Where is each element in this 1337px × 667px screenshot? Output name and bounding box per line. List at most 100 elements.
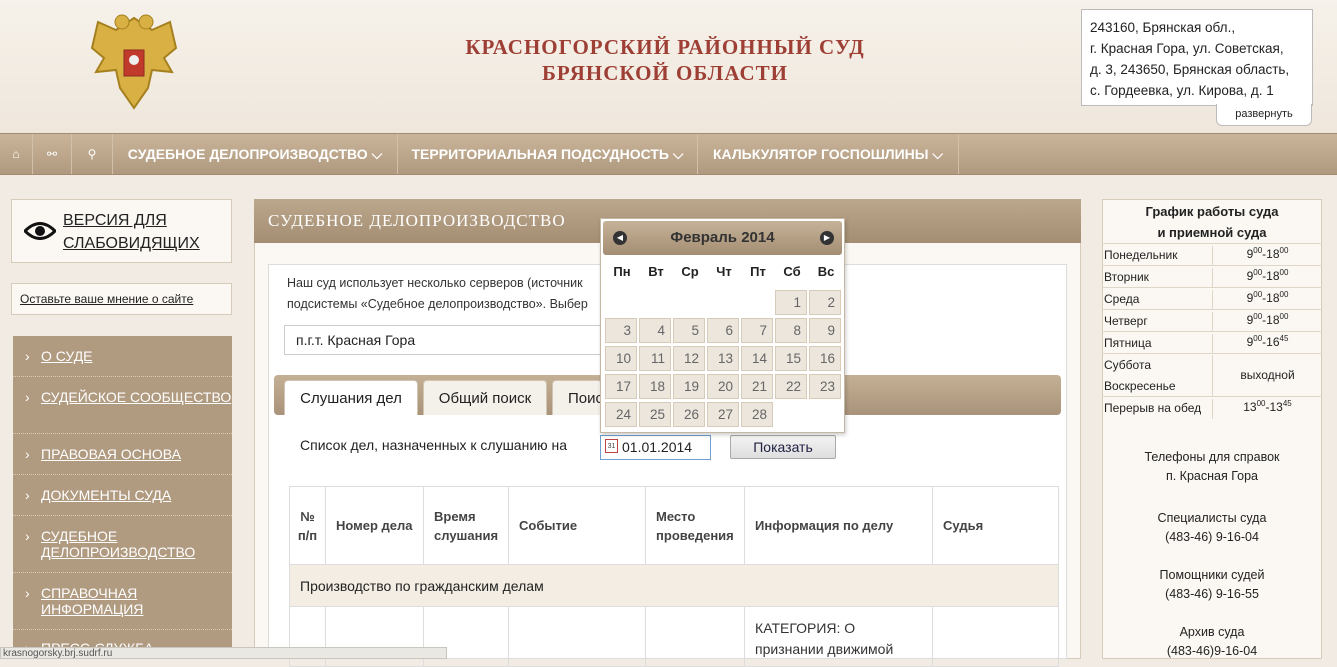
main-nav: ⌂ ⚯ ⚲ СУДЕБНОЕ ДЕЛОПРОИЗВОДСТВО ⌵ ТЕРРИТ… [0,133,1337,175]
tab-search[interactable]: Поис [552,380,603,415]
date-picker-popup: ◀ Февраль 2014 ▶ Пн Вт Ср Чт Пт Сб Вс 1 … [600,218,845,433]
calendar-day[interactable]: 12 [673,346,705,371]
table-cell [508,606,647,667]
expand-address-button[interactable]: развернуть [1216,104,1312,126]
phone-number: (483-46) 9-16-04 [1165,530,1259,544]
column-header: Событие [508,486,647,565]
schedule-row: Вторник 900-1800 [1102,265,1322,288]
schedule-row-weekend: Суббота Воскресенье выходной [1102,353,1322,396]
calendar-day[interactable]: 22 [775,374,807,399]
calendar-day[interactable]: 18 [639,374,671,399]
hours-to: 16 [1266,335,1280,349]
weekday-label: Чт [716,264,732,279]
feedback-link[interactable]: Оставьте ваше мнение о сайте [11,283,232,315]
next-month-icon[interactable]: ▶ [820,231,834,245]
calendar-day[interactable]: 8 [775,318,807,343]
chevron-right-icon: › [25,389,30,405]
calendar-day[interactable]: 10 [605,346,637,371]
calendar-day[interactable]: 15 [775,346,807,371]
phone-entry: Помощники судей (483-46) 9-16-55 [1102,566,1322,604]
calendar-day[interactable]: 19 [673,374,705,399]
calendar-day[interactable]: 17 [605,374,637,399]
schedule-row-lunch: Перерыв на обед 1300-1345 [1102,396,1322,419]
calendar-day[interactable]: 26 [673,402,705,427]
column-header: Время слушания [422,486,510,565]
address-line: с. Гордеевка, ул. Кирова, д. 1 [1090,83,1274,98]
intro-text: Наш суд использует несколько серверов (и… [287,273,607,315]
coat-of-arms-emblem [90,14,178,110]
address-line: 243160, Брянская обл., [1090,20,1236,35]
calendar-day[interactable]: 24 [605,402,637,427]
sidebar-item-reference-info[interactable]: › СПРАВОЧНАЯ ИНФОРМАЦИЯ [13,573,232,630]
schedule-day: Среда [1104,292,1140,306]
group-row: Производство по гражданским делам [289,564,1059,607]
hours-from-minutes: 00 [1256,399,1266,408]
schedule-row: Четверг 900-1800 [1102,309,1322,332]
chevron-right-icon: › [25,348,30,364]
phone-label: Специалисты суда [1157,511,1267,525]
low-vision-label: ВЕРСИЯ ДЛЯ СЛАБОВИДЯЩИХ [63,209,200,255]
weekday-label: Вс [817,264,835,279]
calendar-day[interactable]: 6 [707,318,739,343]
sidebar-item-judicial-community[interactable]: › СУДЕЙСКОЕ СООБЩЕСТВО [13,377,232,434]
schedule-hours: 900-1800 [1212,312,1322,332]
sidebar-item-about[interactable]: › О СУДЕ [13,336,232,377]
nav-item-judicial-proceedings[interactable]: СУДЕБНОЕ ДЕЛОПРОИЗВОДСТВО ⌵ [113,134,398,174]
low-vision-version-link[interactable]: ВЕРСИЯ ДЛЯ СЛАБОВИДЯЩИХ [11,199,232,263]
calendar-day[interactable]: 23 [809,374,841,399]
calendar-day[interactable]: 4 [639,318,671,343]
calendar-icon[interactable]: 31 [605,439,618,453]
nav-item-territorial-jurisdiction[interactable]: ТЕРРИТОРИАЛЬНАЯ ПОДСУДНОСТЬ ⌵ [398,134,698,174]
phone-label: Архив суда [1179,625,1245,639]
schedule-day: Пятница [1104,336,1152,350]
hours-from: 13 [1243,400,1257,414]
schedule-day: Воскресенье [1104,379,1176,393]
calendar-day[interactable]: 13 [707,346,739,371]
sidebar-item-label: СУДЕЙСКОЕ СООБЩЕСТВО [41,389,232,405]
hours-to-minutes: 00 [1279,268,1289,277]
sidebar-item-label: О СУДЕ [41,348,93,364]
sidebar-item-legal-basis[interactable]: › ПРАВОВАЯ ОСНОВА [13,434,232,475]
hours-from-minutes: 00 [1253,246,1263,255]
server-select[interactable]: п.г.т. Красная Гора [284,325,604,355]
calendar-day[interactable]: 11 [639,346,671,371]
schedule-title-line: и приемной суда [1157,225,1267,240]
schedule-day: Суббота [1104,358,1151,372]
table-header-row: № п/п Номер дела Время слушания Событие … [289,486,1059,565]
calendar-day[interactable]: 9 [809,318,841,343]
calendar-day[interactable]: 3 [605,318,637,343]
calendar-day[interactable]: 14 [741,346,773,371]
calendar-day[interactable]: 5 [673,318,705,343]
calendar-day[interactable]: 2 [809,290,841,315]
calendar-day[interactable]: 16 [809,346,841,371]
calendar-day[interactable]: 1 [775,290,807,315]
home-icon[interactable]: ⌂ [0,134,33,174]
search-icon[interactable]: ⚲ [72,134,113,174]
hours-from-minutes: 00 [1253,290,1263,299]
sidebar-item-judicial-proceedings[interactable]: › СУДЕБНОЕ ДЕЛОПРОИЗВОДСТВО [13,516,232,573]
tab-hearings[interactable]: Слушания дел [284,380,418,415]
schedule-hours: 900-1800 [1212,246,1322,266]
phones-title: Телефоны для справок п. Красная Гора [1102,448,1322,486]
calendar-header: ◀ Февраль 2014 ▶ [603,221,842,255]
hours-to-minutes: 45 [1279,334,1289,343]
court-title-line1: КРАСНОГОРСКИЙ РАЙОННЫЙ СУД [465,35,865,59]
weekend-days: Суббота Воскресенье [1104,355,1176,397]
weekend-value: выходной [1212,355,1322,396]
tab-general-search[interactable]: Общий поиск [423,380,547,415]
nav-item-fee-calculator[interactable]: КАЛЬКУЛЯТОР ГОСПОШЛИНЫ ⌵ [698,134,959,174]
calendar-day[interactable]: 21 [741,374,773,399]
weekday-label: Сб [783,264,801,279]
schedule-day: Понедельник [1104,248,1178,262]
calendar-day[interactable]: 27 [707,402,739,427]
show-button[interactable]: Показать [730,435,836,459]
case-info-line: КАТЕГОРИЯ: О [755,620,856,636]
calendar-day[interactable]: 7 [741,318,773,343]
calendar-day[interactable]: 28 [741,402,773,427]
column-header: Судья [932,486,1059,565]
column-header: № п/п [289,486,326,565]
calendar-day[interactable]: 25 [639,402,671,427]
sitemap-icon[interactable]: ⚯ [33,134,72,174]
calendar-day[interactable]: 20 [707,374,739,399]
sidebar-item-court-documents[interactable]: › ДОКУМЕНТЫ СУДА [13,475,232,516]
